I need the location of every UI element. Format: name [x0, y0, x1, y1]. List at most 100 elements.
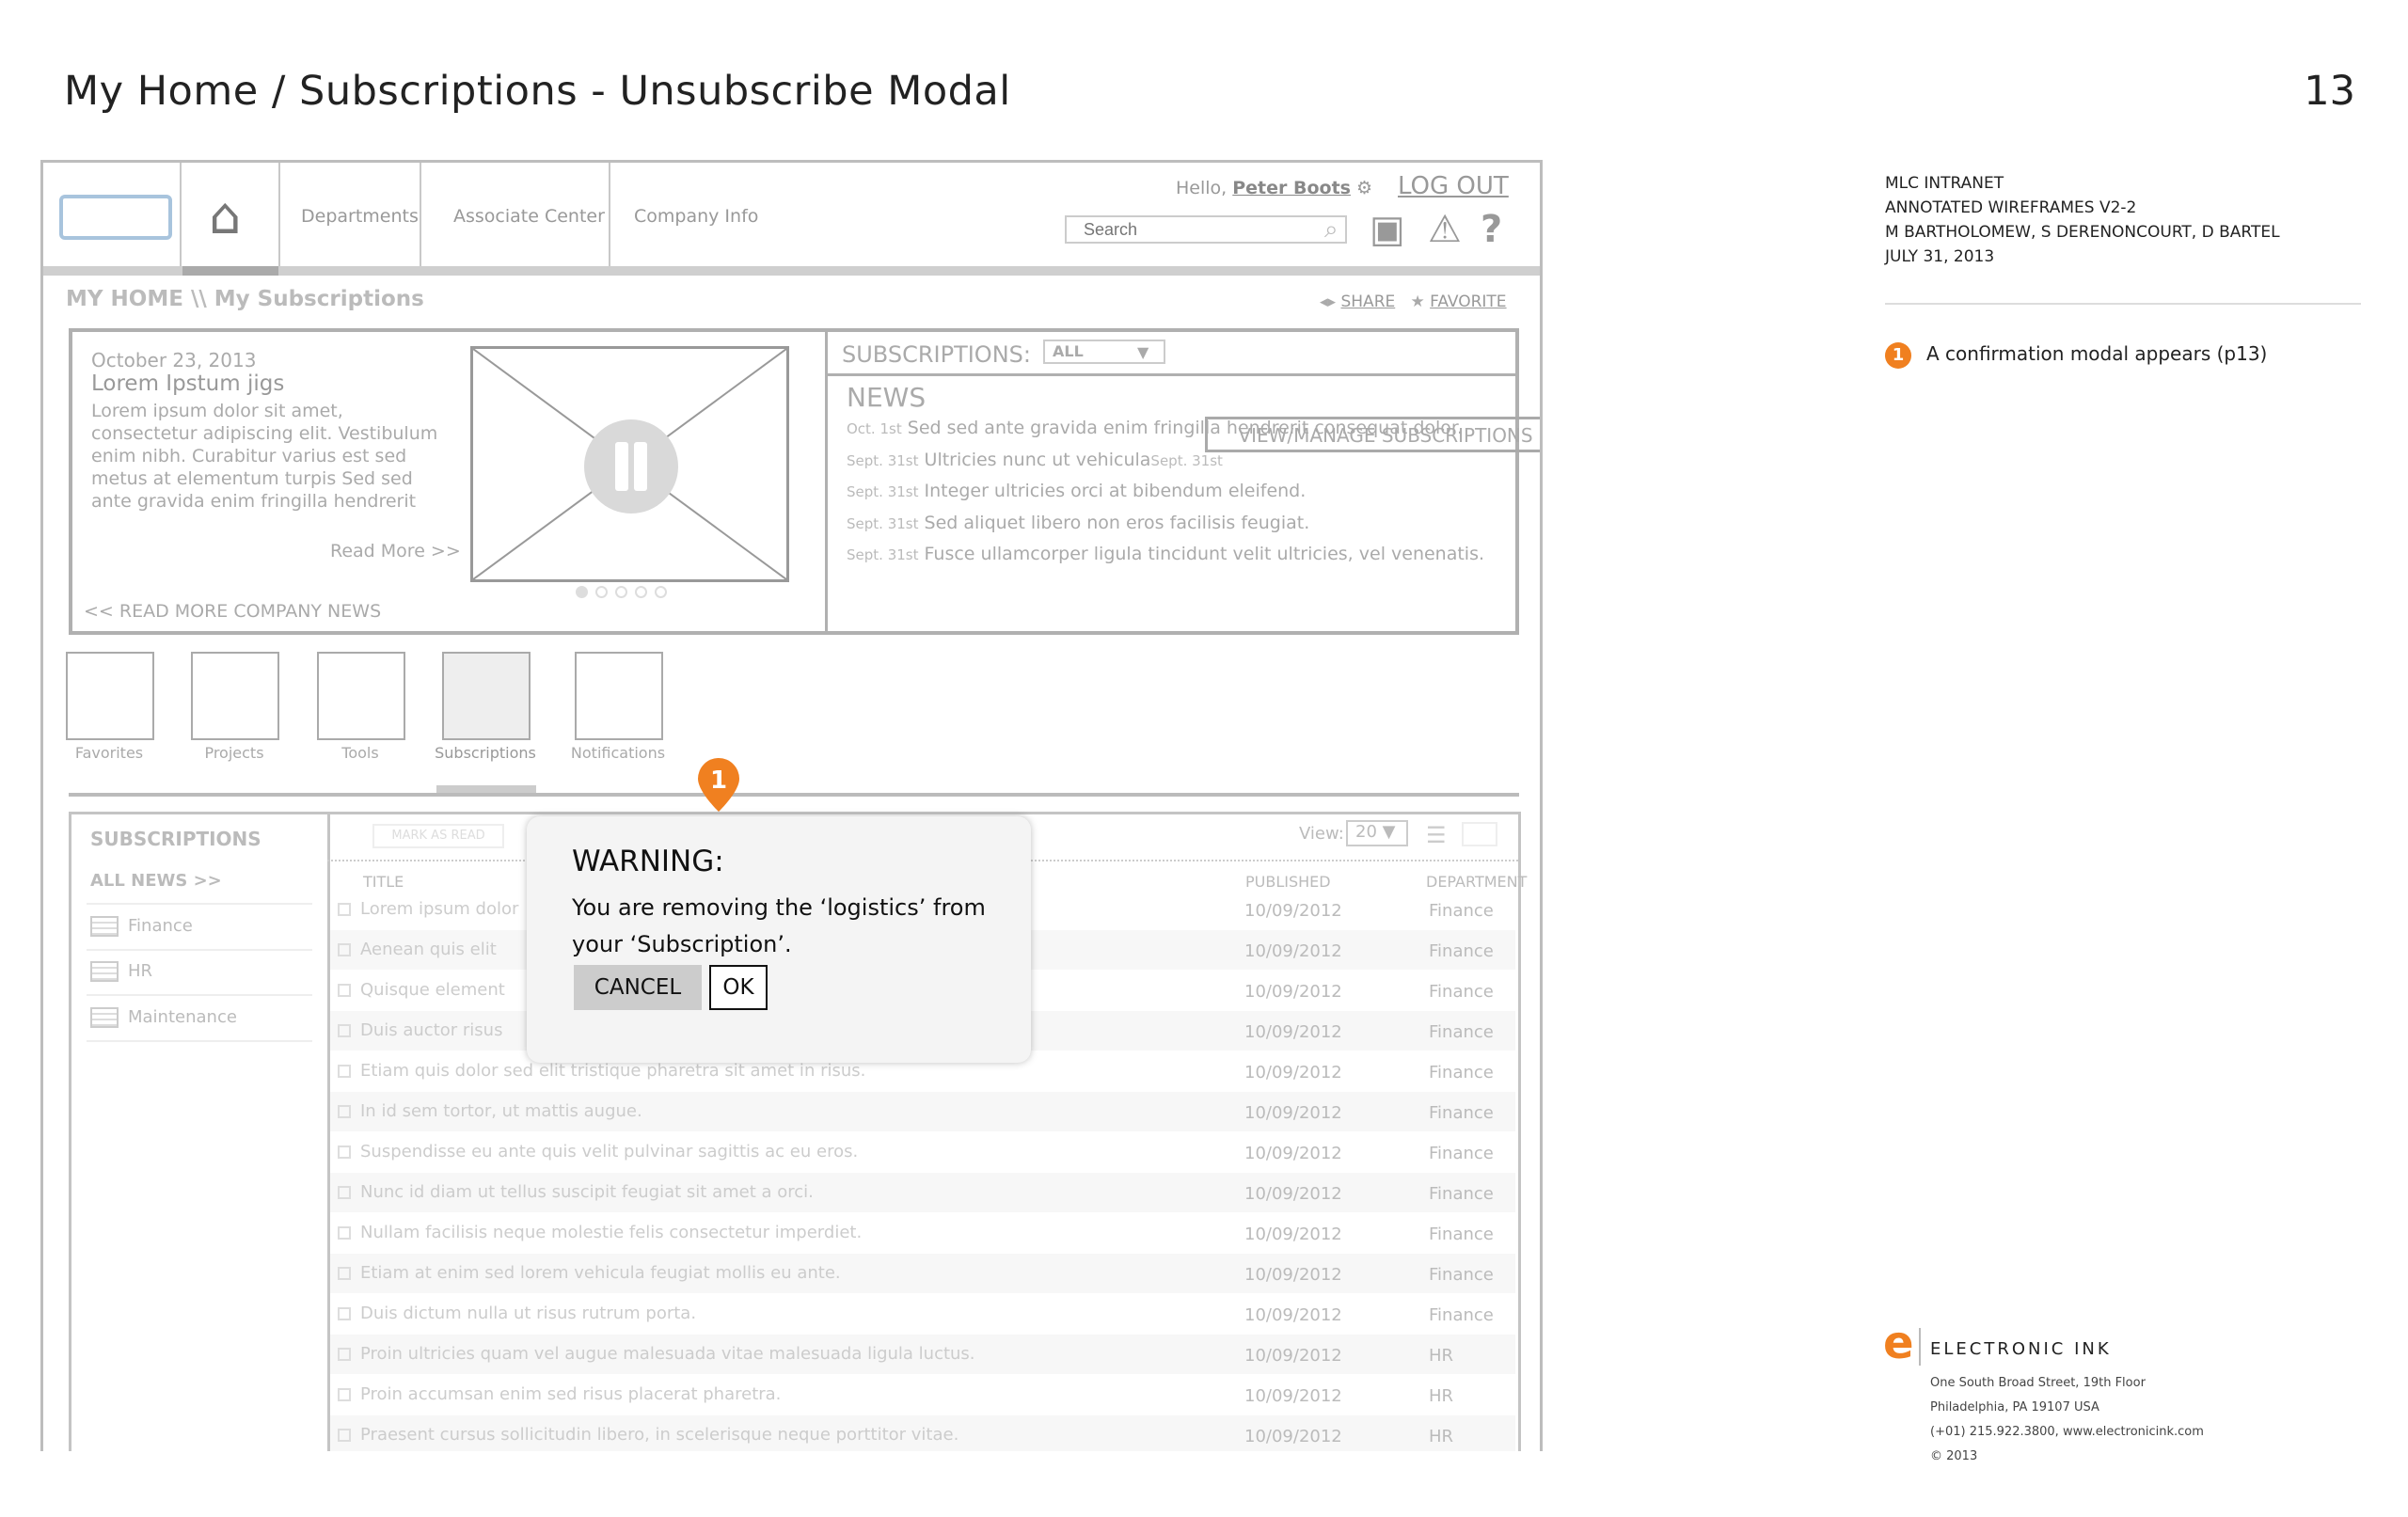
sidebar-item-hr[interactable]: HR [90, 961, 152, 982]
home-icon[interactable]: ⌂ [209, 191, 241, 242]
column-title[interactable]: TITLE [363, 873, 404, 891]
table-row[interactable]: Proin accumsan enim sed risus placerat p… [330, 1375, 1515, 1414]
row-department: Finance [1429, 901, 1494, 921]
sidebar-divider [87, 903, 312, 905]
view-count-select[interactable]: 20 ▼ [1346, 820, 1408, 846]
all-news-link[interactable]: ALL NEWS >> [90, 871, 222, 891]
tile-tools[interactable] [317, 652, 405, 740]
row-checkbox[interactable] [338, 1388, 351, 1401]
feature-body: Lorem ipsum dolor sit amet, consectetur … [91, 401, 438, 512]
settings-gear-icon[interactable]: ⚙ [1356, 178, 1372, 198]
document-meta: MLC INTRANET ANNOTATED WIREFRAMES V2-2 M… [1885, 171, 2280, 269]
nav-company-info[interactable]: Company Info [634, 206, 758, 227]
table-row[interactable]: Proin ultricies quam vel augue malesuada… [330, 1335, 1515, 1374]
row-checkbox[interactable] [338, 1307, 351, 1320]
carousel-dot[interactable] [655, 586, 667, 598]
nav-associate-center[interactable]: Associate Center [453, 206, 605, 227]
chevron-down-icon[interactable]: ▼ [1137, 343, 1149, 361]
table-row[interactable]: Nullam facilisis neque molestie felis co… [330, 1213, 1515, 1253]
help-icon[interactable]: ? [1481, 208, 1502, 251]
carousel-dot-active[interactable] [576, 586, 588, 598]
row-department: Finance [1429, 1265, 1494, 1285]
tile-notifications[interactable] [575, 652, 663, 740]
table-row[interactable]: Nunc id diam ut tellus suscipit feugiat … [330, 1173, 1515, 1212]
sidebar-title: SUBSCRIPTIONS [90, 828, 261, 850]
favorite-link[interactable]: FAVORITE [1430, 292, 1506, 311]
read-more-link[interactable]: Read More >> [330, 541, 461, 561]
share-icon[interactable]: ◂▸ [1320, 292, 1336, 311]
pause-icon[interactable] [584, 419, 678, 514]
tile-projects[interactable] [191, 652, 279, 740]
news-item[interactable]: Sept. 31st Integer ultricies orci at bib… [847, 481, 1306, 501]
logo-placeholder[interactable] [59, 195, 172, 240]
column-published[interactable]: PUBLISHED [1245, 873, 1331, 891]
feature-headline[interactable]: Lorem Ipstum jigs [91, 371, 284, 396]
table-row[interactable]: Praesent cursus sollicitudin libero, in … [330, 1415, 1515, 1451]
tile-subscriptions[interactable] [442, 652, 531, 740]
search-icon[interactable]: ⌕ [1324, 215, 1339, 245]
search-input[interactable] [1065, 215, 1347, 244]
subscriptions-tab-indicator [436, 785, 536, 793]
row-title: Proin ultricies quam vel augue malesuada… [360, 1344, 975, 1364]
sidebar-divider [87, 1040, 312, 1042]
logout-link[interactable]: LOG OUT [1398, 172, 1509, 200]
row-department: Finance [1429, 1022, 1494, 1042]
star-icon[interactable]: ★ [1410, 292, 1424, 311]
nav-divider [420, 163, 421, 266]
carousel-dot[interactable] [635, 586, 647, 598]
table-row[interactable]: In id sem tortor, ut mattis augue. 10/09/… [330, 1092, 1515, 1131]
list-view-icon[interactable]: ☰ [1426, 822, 1447, 848]
row-checkbox[interactable] [338, 1186, 351, 1199]
news-date: Sept. 31st [847, 483, 919, 500]
video-placeholder[interactable] [470, 346, 789, 582]
tile-label: Subscriptions [435, 744, 536, 762]
mark-as-read-button[interactable]: MARK AS READ [372, 824, 504, 848]
row-checkbox[interactable] [338, 1146, 351, 1159]
row-checkbox[interactable] [338, 1429, 351, 1442]
row-checkbox[interactable] [338, 1105, 351, 1118]
directory-icon[interactable]: ▣ [1370, 208, 1405, 251]
row-checkbox[interactable] [338, 1065, 351, 1078]
news-item[interactable]: Sept. 31st Sed aliquet libero non eros f… [847, 513, 1309, 533]
row-published: 10/09/2012 [1244, 941, 1342, 961]
modal-title: WARNING: [572, 845, 724, 878]
row-checkbox[interactable] [338, 984, 351, 997]
tile-label: Notifications [570, 744, 666, 762]
share-link[interactable]: SHARE [1340, 292, 1395, 311]
row-title: Praesent cursus sollicitudin libero, in … [360, 1425, 959, 1445]
row-checkbox[interactable] [338, 903, 351, 916]
row-published: 10/09/2012 [1244, 901, 1342, 921]
cancel-button[interactable]: CANCEL [574, 965, 702, 1010]
meta-line: M BARTHOLOMEW, S DERENONCOURT, D BARTEL [1885, 223, 2280, 242]
row-checkbox[interactable] [338, 1024, 351, 1037]
tile-favorites[interactable] [66, 652, 154, 740]
grid-view-icon[interactable] [1462, 822, 1497, 846]
row-checkbox[interactable] [338, 943, 351, 956]
carousel-dot[interactable] [615, 586, 627, 598]
row-department: Finance [1429, 1225, 1494, 1244]
user-name-link[interactable]: Peter Boots [1232, 178, 1351, 198]
column-department[interactable]: DEPARTMENT [1426, 873, 1527, 891]
alert-icon[interactable]: ⚠ [1428, 208, 1462, 251]
row-checkbox[interactable] [338, 1226, 351, 1240]
read-more-company-news-link[interactable]: << READ MORE COMPANY NEWS [84, 601, 381, 622]
row-checkbox[interactable] [338, 1267, 351, 1280]
sidebar-item-finance[interactable]: Finance [90, 916, 193, 937]
row-department: HR [1429, 1386, 1454, 1406]
sidebar-item-maintenance[interactable]: Maintenance [90, 1007, 237, 1028]
row-department: HR [1429, 1427, 1454, 1446]
nav-departments[interactable]: Departments [301, 206, 419, 227]
news-date: Sept. 31st [847, 452, 919, 469]
table-row[interactable]: Suspendisse eu ante quis velit pulvinar … [330, 1132, 1515, 1172]
row-checkbox[interactable] [338, 1348, 351, 1361]
table-row[interactable]: Duis dictum nulla ut risus rutrum porta.… [330, 1294, 1515, 1334]
ok-button[interactable]: OK [709, 965, 768, 1010]
table-row[interactable]: Etiam at enim sed lorem vehicula feugiat… [330, 1254, 1515, 1293]
news-date: Oct. 1st [847, 420, 902, 437]
news-item[interactable]: Sept. 31st Ultricies nunc ut vehiculaSep… [847, 450, 1223, 470]
row-title: Proin accumsan enim sed risus placerat p… [360, 1384, 782, 1404]
view-manage-subscriptions-button[interactable]: VIEW/MANAGE SUBSCRIPTIONS [1205, 417, 1540, 452]
news-item[interactable]: Sept. 31st Fusce ullamcorper ligula tinc… [847, 544, 1484, 564]
news-date: Sept. 31st [847, 515, 919, 532]
carousel-dot[interactable] [595, 586, 608, 598]
